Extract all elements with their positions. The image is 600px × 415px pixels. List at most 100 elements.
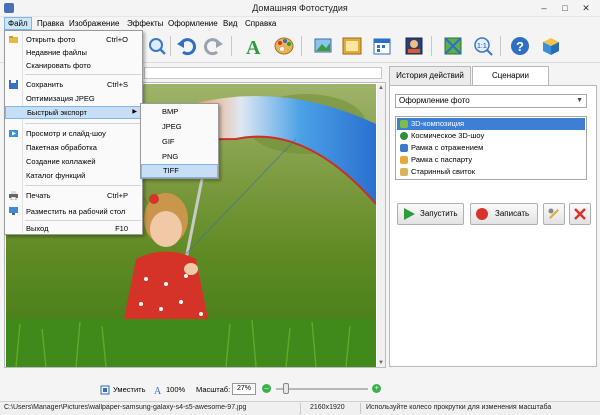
- tab-scenarios[interactable]: Сценарии: [472, 66, 549, 86]
- menu-item-print[interactable]: Печать Ctrl+P: [5, 189, 142, 202]
- zoom-slider[interactable]: [276, 388, 368, 390]
- edit-scenario-button[interactable]: [543, 203, 565, 225]
- list-item[interactable]: 3D-композиция: [397, 118, 585, 130]
- export-bmp[interactable]: BMP: [141, 105, 218, 119]
- export-jpeg[interactable]: JPEG: [141, 120, 218, 134]
- scenario-panel: История действий Сценарии Оформление фот…: [389, 66, 597, 367]
- text-icon[interactable]: A: [243, 35, 265, 59]
- menu-label: Выход: [26, 224, 49, 233]
- export-png[interactable]: PNG: [141, 150, 218, 164]
- menu-file[interactable]: Файл: [4, 17, 32, 30]
- redo-icon[interactable]: [203, 35, 225, 57]
- svg-text:A: A: [154, 386, 162, 395]
- palette-icon[interactable]: [273, 35, 295, 57]
- menu-item-quick-export[interactable]: Быстрый экспорт ▶: [5, 106, 142, 119]
- export-tiff[interactable]: TIFF: [141, 164, 218, 178]
- list-item[interactable]: Космическое 3D-шоу: [397, 130, 585, 142]
- menu-image[interactable]: Изображение: [66, 17, 122, 30]
- menu-help[interactable]: Справка: [242, 17, 279, 30]
- run-button[interactable]: Запустить: [397, 203, 464, 225]
- zoom-input[interactable]: 27%: [232, 383, 256, 395]
- status-divider: [300, 403, 301, 414]
- menu-item-batch[interactable]: Пакетная обработка: [5, 141, 142, 154]
- zoom-out-icon[interactable]: –: [262, 384, 271, 393]
- zoom-icon[interactable]: [146, 35, 168, 57]
- picture-icon[interactable]: [312, 35, 334, 57]
- menu-item-save[interactable]: Сохранить Ctrl+S: [5, 78, 142, 91]
- toolbar-separator: [301, 36, 302, 56]
- collage-icon[interactable]: [403, 35, 425, 57]
- calendar-icon[interactable]: [371, 35, 393, 57]
- scroll-up-icon[interactable]: ▲: [377, 84, 385, 92]
- menu-label: Быстрый экспорт: [27, 108, 87, 117]
- menu-item-set-desktop[interactable]: Разместить на рабочий стол: [5, 205, 142, 218]
- box-icon[interactable]: [540, 35, 562, 57]
- slideshow-icon: [9, 130, 18, 137]
- delete-icon: [574, 208, 586, 220]
- menu-effects[interactable]: Эффекты: [124, 17, 166, 30]
- delete-scenario-button[interactable]: [569, 203, 591, 225]
- toolbar-separator: [231, 36, 232, 56]
- menu-item-recent[interactable]: Недавние файлы: [5, 46, 142, 59]
- run-label: Запустить: [420, 209, 458, 218]
- menu-item-collage[interactable]: Создание коллажей: [5, 155, 142, 168]
- undo-icon[interactable]: [175, 35, 197, 57]
- menu-item-open[interactable]: Открыть фото Ctrl+O: [5, 33, 142, 46]
- scroll-icon: [400, 168, 408, 176]
- menu-bar: Файл Правка Изображение Эффекты Оформлен…: [0, 17, 600, 30]
- tab-history[interactable]: История действий: [389, 66, 471, 85]
- menu-separator: [25, 123, 141, 124]
- file-menu: Открыть фото Ctrl+O Недавние файлы Скани…: [4, 30, 143, 235]
- scenario-list[interactable]: 3D-композиция Космическое 3D-шоу Рамка с…: [395, 116, 587, 180]
- zoom-in-icon[interactable]: +: [372, 384, 381, 393]
- folder-icon: [9, 36, 18, 43]
- scenario-label: Старинный свиток: [411, 167, 475, 176]
- scenario-category-select[interactable]: Оформление фото ▼: [395, 94, 587, 108]
- list-item[interactable]: Рамка с отражением: [397, 142, 585, 154]
- chevron-down-icon: ▼: [576, 97, 583, 104]
- fit-icon: [100, 385, 112, 395]
- minimize-button[interactable]: –: [534, 0, 554, 17]
- menu-label: Создание коллажей: [26, 157, 96, 166]
- menu-item-exit[interactable]: Выход F10: [5, 222, 142, 235]
- floppy-icon: [9, 80, 18, 89]
- fit-button[interactable]: Уместить: [113, 385, 145, 394]
- maximize-button[interactable]: □: [555, 0, 575, 17]
- help-icon[interactable]: ?: [509, 35, 531, 57]
- menu-separator: [25, 74, 141, 75]
- zoom-slider-thumb[interactable]: [283, 383, 290, 394]
- menu-shortcut: Ctrl+O: [106, 35, 128, 44]
- crop-icon[interactable]: [442, 35, 464, 57]
- menu-item-slideshow[interactable]: Просмотр и слайд-шоу: [5, 127, 142, 140]
- menu-item-scan[interactable]: Сканировать фото: [5, 59, 142, 72]
- scale-label: Масштаб:: [196, 385, 231, 394]
- menu-label: Пакетная обработка: [26, 143, 97, 152]
- play-icon: [404, 208, 415, 220]
- export-gif[interactable]: GIF: [141, 135, 218, 149]
- menu-shortcut: Ctrl+P: [106, 191, 128, 200]
- scroll-down-icon[interactable]: ▼: [377, 359, 385, 367]
- scenario-label: 3D-композиция: [411, 119, 465, 128]
- close-button[interactable]: ✕: [576, 0, 596, 17]
- menu-edit[interactable]: Правка: [34, 17, 67, 30]
- vertical-scrollbar[interactable]: ▲ ▼: [377, 84, 385, 367]
- menu-separator: [25, 220, 141, 221]
- zoom-1-1-icon[interactable]: 1:1: [472, 35, 494, 57]
- menu-view[interactable]: Вид: [220, 17, 240, 30]
- menu-item-jpeg-optimize[interactable]: Оптимизация JPEG: [5, 92, 142, 105]
- actual-size-button[interactable]: 100%: [166, 385, 185, 394]
- svg-text:A: A: [246, 37, 261, 57]
- frame-icon[interactable]: [341, 35, 363, 57]
- list-item[interactable]: Старинный свиток: [397, 166, 585, 178]
- menu-decor[interactable]: Оформление: [165, 17, 221, 30]
- list-item[interactable]: Рамка с паспарту: [397, 154, 585, 166]
- 3d-icon: [400, 120, 408, 128]
- svg-text:?: ?: [516, 39, 524, 54]
- menu-label: Просмотр и слайд-шоу: [26, 129, 106, 138]
- menu-label: Печать: [26, 191, 51, 200]
- record-button[interactable]: Записать: [470, 203, 538, 225]
- path-field[interactable]: [144, 67, 382, 79]
- frame-icon: [400, 144, 408, 152]
- menu-item-catalog[interactable]: Каталог функций: [5, 169, 142, 182]
- title-bar: Домашняя Фотостудия – □ ✕: [0, 0, 600, 17]
